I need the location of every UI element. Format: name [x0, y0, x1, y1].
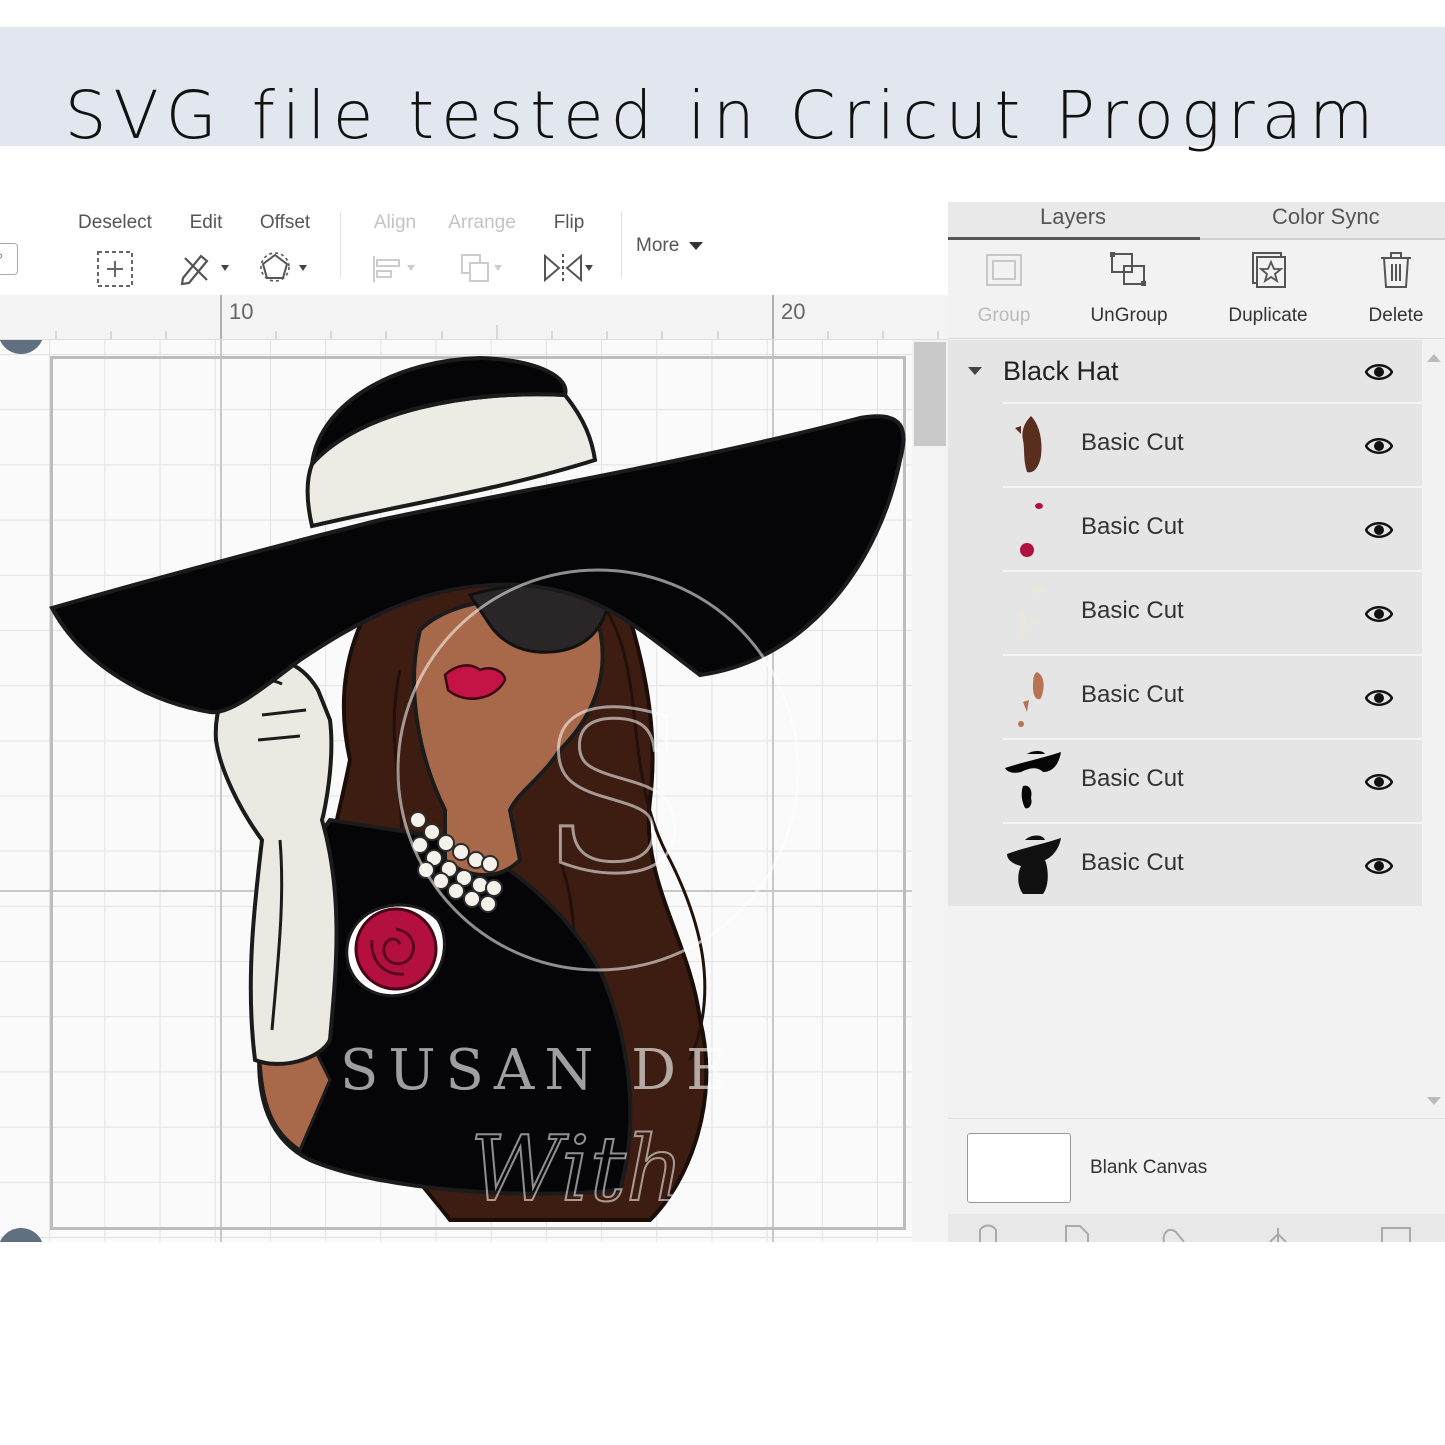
arrange-label: Arrange	[448, 212, 516, 233]
arrange-icon	[456, 250, 508, 291]
layer-thumbnail	[1018, 672, 1044, 727]
layer-row[interactable]: Basic Cut	[1003, 738, 1422, 822]
deselect-button[interactable]: Deselect	[76, 212, 154, 287]
arrange-button[interactable]: Arrange	[446, 212, 518, 282]
lady-in-black-hat-design[interactable]: S With	[0, 340, 912, 1242]
rose-brooch	[345, 903, 446, 998]
tab-color-sync[interactable]: Color Sync	[1272, 204, 1380, 230]
layer-row[interactable]: Basic Cut	[1003, 822, 1422, 906]
layer-name: Basic Cut	[1081, 597, 1184, 624]
title-banner: SVG file tested in Cricut Program	[0, 27, 1445, 154]
eye-icon[interactable]	[1365, 603, 1393, 625]
canvas-scrollbar[interactable]	[912, 340, 948, 1242]
offset-label: Offset	[259, 212, 311, 233]
watermark-monogram: S	[540, 666, 691, 922]
layer-row[interactable]: Basic Cut	[1003, 654, 1422, 738]
duplicate-label: Duplicate	[1228, 305, 1308, 326]
ruler-label-10: 10	[229, 299, 254, 324]
size-input-stub[interactable]: ?	[0, 243, 18, 275]
glove-layer	[213, 657, 339, 1066]
layer-row[interactable]: Basic Cut	[1003, 570, 1422, 654]
layers-scrollbar[interactable]	[1422, 340, 1445, 1110]
align-label: Align	[373, 212, 417, 233]
group-label: Group	[977, 305, 1031, 326]
deselect-label: Deselect	[78, 212, 152, 233]
group-icon	[983, 249, 1025, 296]
panel-bottom-toolbar	[948, 1214, 1445, 1242]
chevron-down-icon	[688, 241, 703, 250]
delete-label: Delete	[1368, 305, 1424, 326]
scroll-down-icon[interactable]	[1427, 1097, 1441, 1105]
caret-down-icon[interactable]	[968, 367, 982, 375]
toolbar-divider	[340, 212, 341, 278]
duplicate-icon	[1247, 249, 1289, 296]
layer-name: Basic Cut	[1081, 513, 1184, 540]
layers-list: Black Hat Basic Cut Basic Cut Basic Cut …	[948, 340, 1422, 906]
active-tab-indicator	[948, 237, 1200, 240]
eye-icon[interactable]	[1365, 435, 1393, 457]
edit-button[interactable]: Edit	[180, 212, 232, 286]
layer-group-name: Black Hat	[1003, 356, 1119, 386]
flip-label: Flip	[553, 212, 585, 233]
watermark-script: With	[470, 1117, 684, 1222]
offset-button[interactable]: Offset	[256, 212, 314, 282]
layer-thumbnail	[1015, 416, 1042, 473]
more-menu-button[interactable]: More	[636, 235, 703, 257]
trash-icon	[1375, 249, 1417, 296]
toolbar-divider	[621, 212, 622, 278]
layer-name: Basic Cut	[1081, 429, 1184, 456]
deselect-icon	[96, 250, 134, 293]
layer-name: Basic Cut	[1081, 849, 1184, 876]
layer-name: Basic Cut	[1081, 765, 1184, 792]
canvas-swatch[interactable]	[967, 1133, 1071, 1203]
layer-actions: Group UnGroup Duplicate Delete	[948, 242, 1445, 339]
watermark-text: SUSAN DE	[340, 1038, 737, 1103]
ungroup-icon	[1108, 249, 1150, 296]
edit-toolbar: ? Deselect Edit Offset Align Arrange Fli…	[0, 200, 948, 295]
flip-icon	[541, 250, 597, 291]
blank-canvas-row[interactable]: Blank Canvas	[948, 1118, 1445, 1212]
edit-pencil-icon	[179, 250, 233, 291]
layer-group-row[interactable]: Black Hat	[948, 340, 1422, 403]
ungroup-label: UnGroup	[1090, 305, 1168, 326]
banner-title: SVG file tested in Cricut Program	[64, 77, 1381, 154]
more-label: More	[636, 235, 680, 256]
edit-label: Edit	[189, 212, 223, 233]
align-icon	[369, 250, 421, 291]
align-button[interactable]: Align	[368, 212, 422, 282]
layers-panel: Layers Color Sync Group UnGroup Duplicat…	[948, 202, 1445, 1242]
layer-thumbnail	[1007, 835, 1061, 894]
canvas-scrollbar-thumb[interactable]	[914, 342, 946, 446]
layer-thumbnail	[1018, 586, 1047, 640]
eye-icon[interactable]	[1365, 687, 1393, 709]
layer-row[interactable]: Basic Cut	[1003, 486, 1422, 570]
panel-tabs: Layers Color Sync	[948, 202, 1445, 240]
eye-icon[interactable]	[1365, 361, 1393, 383]
eye-icon[interactable]	[1365, 855, 1393, 877]
layer-thumbnail	[1020, 503, 1043, 557]
scroll-up-icon[interactable]	[1427, 354, 1441, 362]
blank-canvas-label: Blank Canvas	[1090, 1157, 1208, 1178]
layer-row[interactable]: Basic Cut	[1003, 402, 1422, 486]
bottom-tool-icons[interactable]	[948, 1214, 1445, 1242]
ruler-ticks	[55, 295, 939, 339]
tab-layers[interactable]: Layers	[1040, 204, 1106, 230]
eye-icon[interactable]	[1365, 519, 1393, 541]
layer-name: Basic Cut	[1081, 681, 1184, 708]
ruler-label-20: 20	[781, 299, 806, 324]
offset-icon	[257, 250, 313, 291]
eye-icon[interactable]	[1365, 771, 1393, 793]
flip-button[interactable]: Flip	[542, 212, 596, 283]
horizontal-ruler: 10 20	[0, 295, 948, 340]
layer-thumbnail	[1005, 751, 1061, 809]
